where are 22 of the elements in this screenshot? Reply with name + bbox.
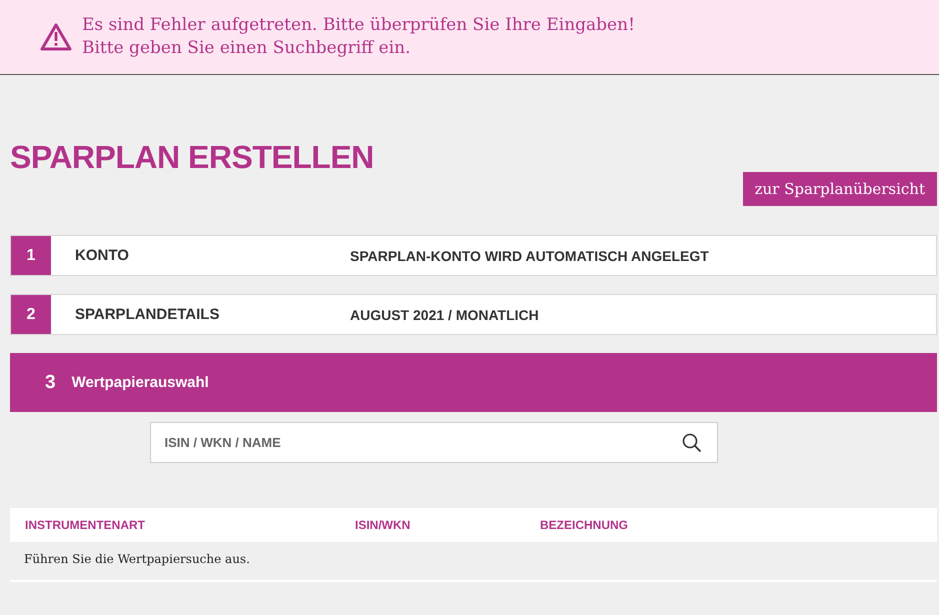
step-label: SPARPLANDETAILS <box>74 306 220 323</box>
step-label: KONTO <box>74 247 130 264</box>
step-number: 3 <box>44 370 56 394</box>
error-message: Es sind Fehler aufgetreten. Bitte überprüfen Sie Ihre Eingaben! <box>82 14 635 37</box>
empty-table-message: Führen Sie die Wertpapiersuche aus. <box>10 542 937 582</box>
step-row[interactable]: 1 KONTO SPARPLAN-KONTO WIRD AUTOMATISCH ANGELEGT <box>10 235 937 276</box>
step-summary: SPARPLAN-KONTO WIRD AUTOMATISCH ANGELEGT <box>350 248 709 264</box>
column-header: INSTRUMENTENART <box>24 518 146 532</box>
step-number: 1 <box>11 236 51 275</box>
search-icon[interactable] <box>682 433 702 453</box>
step-label: Wertpapierauswahl <box>70 374 210 391</box>
column-header: BEZEICHNUNG <box>539 518 630 532</box>
page-title: SPARPLAN ERSTELLEN <box>10 138 375 177</box>
step-summary: AUGUST 2021 / MONATLICH <box>350 306 539 322</box>
warning-icon <box>40 23 72 51</box>
step-row[interactable]: 2 SPARPLANDETAILS AUGUST 2021 / MONATLICH <box>10 294 937 335</box>
step-number: 2 <box>11 295 51 334</box>
column-header: ISIN/WKN <box>354 518 412 532</box>
active-step-header[interactable]: 3 Wertpapierauswahl <box>10 353 937 412</box>
overview-button[interactable]: zur Sparplanübersicht <box>742 172 937 206</box>
search-field[interactable]: ISIN / WKN / NAME <box>150 422 718 463</box>
error-message: Bitte geben Sie einen Suchbegriff ein. <box>82 37 412 60</box>
